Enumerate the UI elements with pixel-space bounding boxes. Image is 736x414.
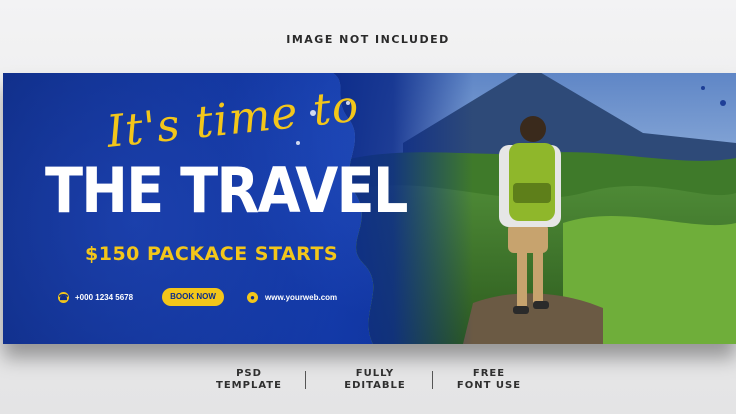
- feature-line: FULLY: [355, 368, 395, 379]
- features-row: PSD TEMPLATE FULLY EDITABLE FREE FONT US…: [0, 368, 736, 394]
- feature-divider: [305, 371, 306, 389]
- main-title: THE TRAVEL: [45, 154, 408, 227]
- feature-line: TEMPLATE: [216, 380, 282, 391]
- feature-free-font-use: FREE FONT USE: [429, 368, 549, 392]
- script-title: It's time to: [104, 80, 362, 158]
- banner-content: It's time to THE TRAVEL $150 PACKACE STA…: [3, 73, 736, 344]
- feature-line: EDITABLE: [344, 380, 406, 391]
- feature-line: FONT USE: [456, 380, 522, 391]
- book-now-button[interactable]: BOOK NOW: [162, 288, 224, 306]
- feature-fully-editable: FULLY EDITABLE: [315, 368, 435, 392]
- phone-icon: ☎: [58, 292, 69, 303]
- feature-line: PSD: [236, 368, 262, 379]
- travel-banner: It's time to THE TRAVEL $150 PACKACE STA…: [3, 73, 736, 344]
- feature-line: FREE: [472, 368, 506, 379]
- phone-number: +000 1234 5678: [75, 293, 134, 302]
- globe-icon: ●: [247, 292, 258, 303]
- contact-row: ☎ +000 1234 5678 BOOK NOW ● www.yourweb.…: [55, 287, 355, 307]
- image-not-included-note: IMAGE NOT INCLUDED: [286, 33, 450, 46]
- feature-psd-template: PSD TEMPLATE: [189, 368, 309, 392]
- website-link[interactable]: www.yourweb.com: [265, 293, 337, 302]
- price-line: $150 PACKACE STARTS: [85, 243, 339, 265]
